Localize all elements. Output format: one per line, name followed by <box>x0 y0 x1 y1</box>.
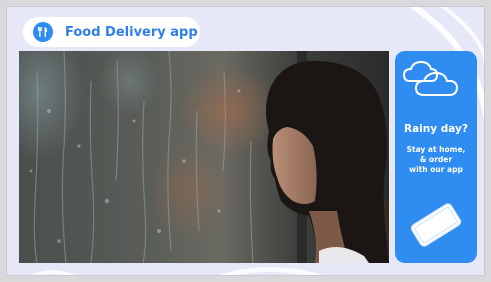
app-frame: Food Delivery app Rainy day? Stay at hom… <box>6 6 485 276</box>
cutlery-icon <box>33 22 53 42</box>
promo-banner[interactable]: Rainy day? Stay at home, & order with ou… <box>395 51 477 263</box>
promo-body-line: Stay at home, <box>406 145 466 154</box>
promo-headline: Rainy day? <box>404 123 468 135</box>
app-title: Food Delivery app <box>65 24 198 40</box>
promo-body-line: & order <box>419 155 453 164</box>
promo-body: Stay at home, & order with our app <box>395 145 477 175</box>
smartphone-icon <box>410 203 462 247</box>
promo-body-line: with our app <box>409 165 463 174</box>
clouds-icon <box>402 60 459 96</box>
video-frame[interactable] <box>19 51 389 263</box>
app-title-pill: Food Delivery app <box>23 17 200 47</box>
